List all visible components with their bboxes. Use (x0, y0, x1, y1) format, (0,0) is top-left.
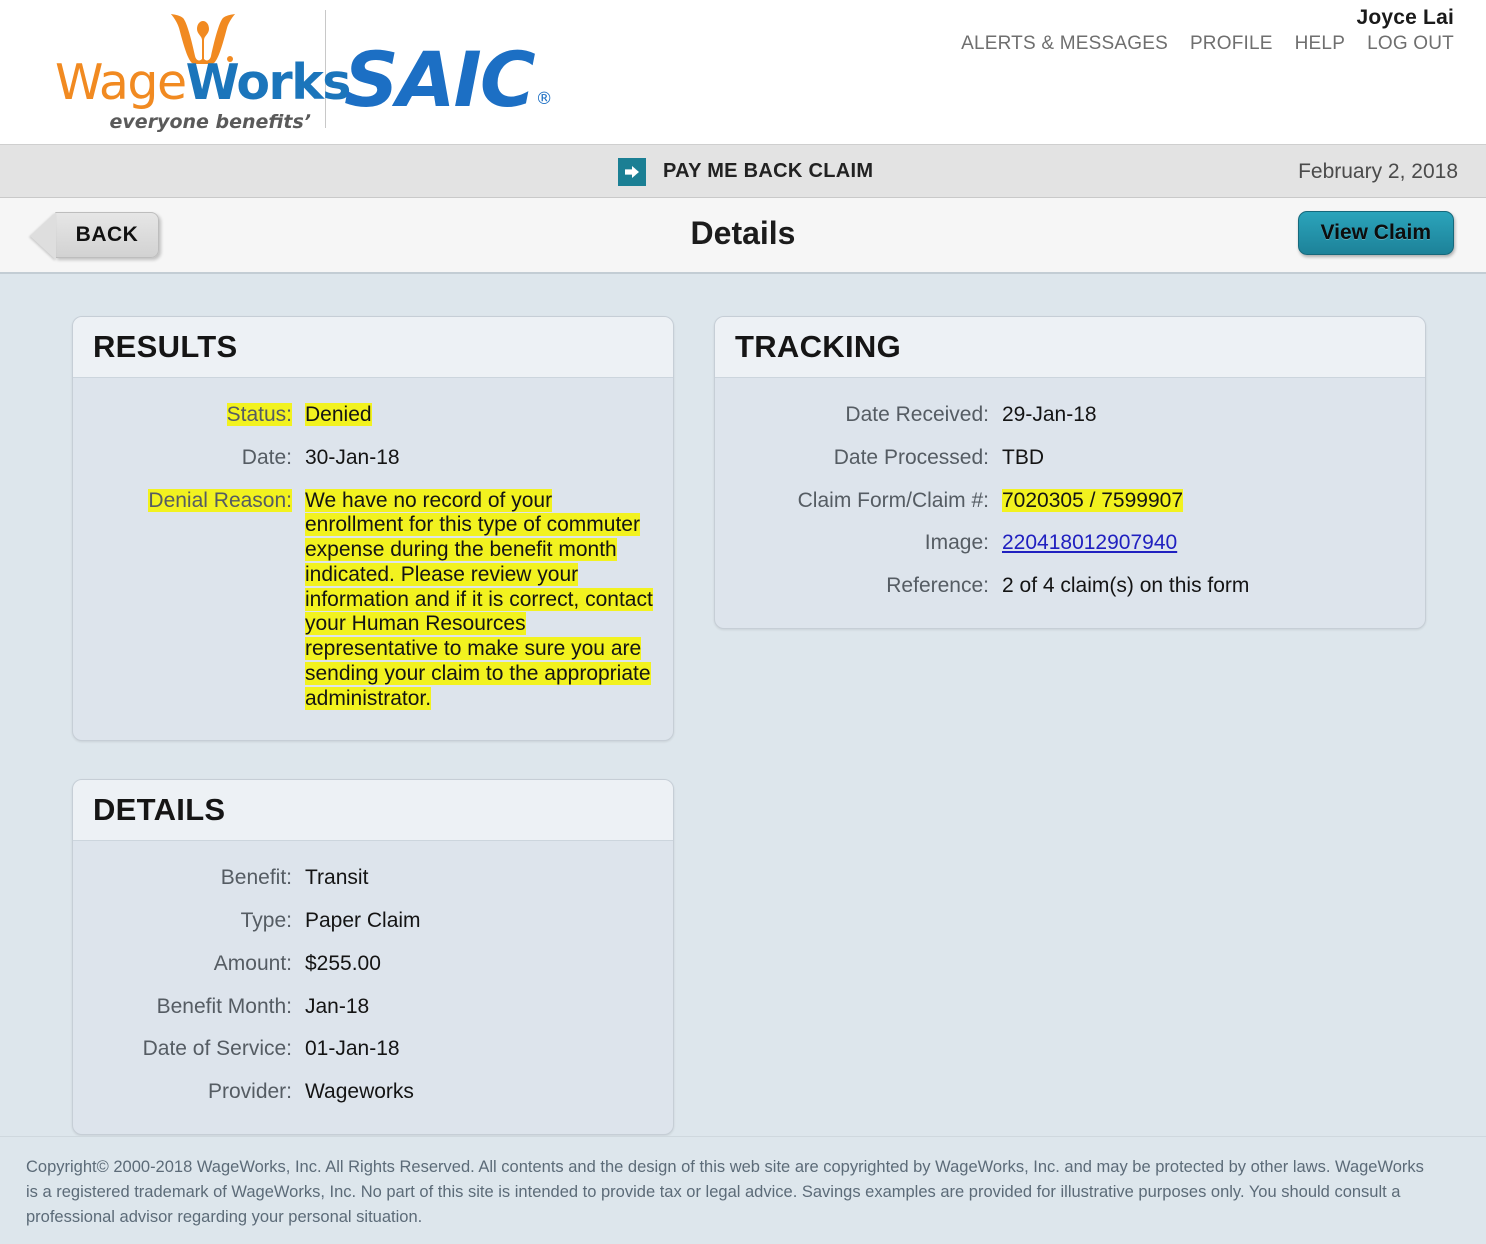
results-status-value-text: Denied (305, 403, 372, 426)
details-row-date-of-service: Date of Service: 01-Jan-18 (73, 1028, 673, 1071)
results-row-denial-reason: Denial Reason: We have no record of your… (73, 480, 673, 721)
details-panel-header: DETAILS (73, 780, 673, 842)
panel-columns: RESULTS Status: Denied Date: 30-Jan-18 D… (0, 316, 1486, 1173)
site-footer: Copyright© 2000-2018 WageWorks, Inc. All… (0, 1136, 1486, 1230)
tracking-image-value: 220418012907940 (1002, 531, 1177, 556)
user-name: Joyce Lai (1356, 6, 1454, 29)
nav-help[interactable]: HELP (1295, 33, 1345, 55)
details-type-label: Type: (240, 909, 292, 933)
nav-profile[interactable]: PROFILE (1190, 33, 1273, 55)
nav-log-out[interactable]: LOG OUT (1367, 33, 1454, 55)
tracking-date-processed-label: Date Processed: (833, 445, 989, 469)
tracking-image-label: Image: (924, 531, 989, 555)
details-benefit-value: Transit (305, 866, 369, 890)
results-row-status: Status: Denied (73, 394, 673, 437)
claim-banner: PAY ME BACK CLAIM February 2, 2018 (0, 145, 1486, 198)
tracking-claim-form-value-text: 7020305 / 7599907 (1002, 488, 1184, 512)
saic-registered-mark: ® (535, 89, 553, 109)
tracking-panel-title: TRACKING (735, 329, 901, 364)
results-denial-value: We have no record of your enrollment for… (305, 488, 653, 712)
footer-copyright-text: Copyright© 2000-2018 WageWorks, Inc. All… (26, 1158, 1424, 1226)
details-panel-body: Benefit: Transit Type: Paper Claim Amoun… (73, 841, 673, 1134)
details-panel-title: DETAILS (93, 792, 226, 828)
tracking-claim-form-label: Claim Form/Claim #: (797, 488, 989, 512)
nav-alerts-messages[interactable]: ALERTS & MESSAGES (961, 33, 1168, 55)
details-row-provider: Provider: Wageworks (73, 1071, 673, 1114)
tracking-reference-label: Reference: (886, 574, 989, 598)
tracking-row-date-processed: Date Processed: TBD (715, 437, 1425, 480)
wageworks-word-wage: Wage (55, 54, 187, 111)
saic-wordmark: SAIC (344, 35, 536, 124)
results-date-value: 30-Jan-18 (305, 445, 400, 469)
wageworks-wordmark: WageWorks (55, 58, 351, 108)
saic-logo[interactable]: SAIC ® (344, 20, 553, 118)
details-date-of-service-value: 01-Jan-18 (305, 1037, 400, 1061)
details-date-of-service-label: Date of Service: (142, 1037, 292, 1061)
wageworks-logo[interactable]: WageWorks everyone benefitsʼ (55, 8, 351, 133)
right-column: TRACKING Date Received: 29-Jan-18 Date P… (714, 316, 1426, 1173)
page-toolbar: BACK Details View Claim (0, 198, 1486, 274)
results-denial-value-text: We have no record of your enrollment for… (305, 488, 653, 710)
tracking-panel: TRACKING Date Received: 29-Jan-18 Date P… (714, 316, 1426, 629)
tracking-date-processed-value: TBD (1002, 445, 1044, 469)
results-panel-header: RESULTS (73, 317, 673, 378)
details-row-benefit-month: Benefit Month: Jan-18 (73, 986, 673, 1029)
results-status-label-text: Status: (226, 403, 292, 426)
details-benefit-month-label: Benefit Month: (156, 994, 292, 1018)
details-benefit-month-value: Jan-18 (305, 994, 370, 1018)
logo-zone: WageWorks everyone benefitsʼ SAIC ® (55, 8, 553, 133)
results-panel-body: Status: Denied Date: 30-Jan-18 Denial Re… (73, 378, 673, 740)
details-amount-value: $255.00 (305, 951, 381, 975)
results-status-label: Status: (73, 403, 305, 428)
top-navigation: ALERTS & MESSAGES PROFILE HELP LOG OUT (961, 33, 1454, 55)
details-panel: DETAILS Benefit: Transit Type: Paper Cla… (72, 779, 674, 1136)
tracking-row-date-received: Date Received: 29-Jan-18 (715, 394, 1425, 437)
arrow-right-icon (618, 157, 646, 186)
results-denial-label-text: Denial Reason: (148, 488, 292, 512)
details-provider-label: Provider: (207, 1080, 292, 1104)
details-row-benefit: Benefit: Transit (73, 857, 673, 900)
details-row-amount: Amount: $255.00 (73, 943, 673, 986)
claim-banner-date: February 2, 2018 (1298, 159, 1458, 183)
results-status-value: Denied (305, 403, 372, 428)
main-content: RESULTS Status: Denied Date: 30-Jan-18 D… (0, 274, 1486, 1136)
results-denial-label: Denial Reason: (73, 488, 305, 514)
tracking-panel-body: Date Received: 29-Jan-18 Date Processed:… (715, 378, 1425, 628)
details-type-value: Paper Claim (305, 909, 421, 933)
results-row-date: Date: 30-Jan-18 (73, 437, 673, 480)
left-column: RESULTS Status: Denied Date: 30-Jan-18 D… (72, 316, 674, 1173)
site-header: WageWorks everyone benefitsʼ SAIC ® Joyce… (0, 0, 1486, 145)
tracking-image-link[interactable]: 220418012907940 (1002, 531, 1177, 554)
details-provider-value: Wageworks (305, 1080, 414, 1104)
details-row-type: Type: Paper Claim (73, 900, 673, 943)
tracking-date-received-label: Date Received: (845, 403, 989, 426)
results-panel-title: RESULTS (93, 329, 238, 364)
details-amount-label: Amount: (213, 951, 292, 975)
claim-banner-title: PAY ME BACK CLAIM (663, 160, 874, 182)
tracking-row-image: Image: 220418012907940 (715, 522, 1425, 565)
tracking-claim-form-value: 7020305 / 7599907 (1002, 488, 1184, 514)
tracking-panel-header: TRACKING (715, 317, 1425, 378)
results-panel: RESULTS Status: Denied Date: 30-Jan-18 D… (72, 316, 674, 742)
tracking-row-claim-form: Claim Form/Claim #: 7020305 / 7599907 (715, 480, 1425, 523)
tracking-row-reference: Reference: 2 of 4 claim(s) on this form (715, 565, 1425, 608)
wageworks-tagline: everyone benefitsʼ (109, 111, 311, 133)
view-claim-button[interactable]: View Claim (1297, 211, 1454, 255)
tracking-date-received-value: 29-Jan-18 (1002, 403, 1097, 426)
wageworks-word-works: Works (185, 54, 352, 111)
claim-banner-inner: PAY ME BACK CLAIM (618, 145, 873, 198)
page-title: Details (690, 215, 796, 251)
details-benefit-label: Benefit: (220, 866, 292, 890)
results-date-label: Date: (241, 445, 292, 469)
tracking-reference-value: 2 of 4 claim(s) on this form (1002, 574, 1250, 598)
